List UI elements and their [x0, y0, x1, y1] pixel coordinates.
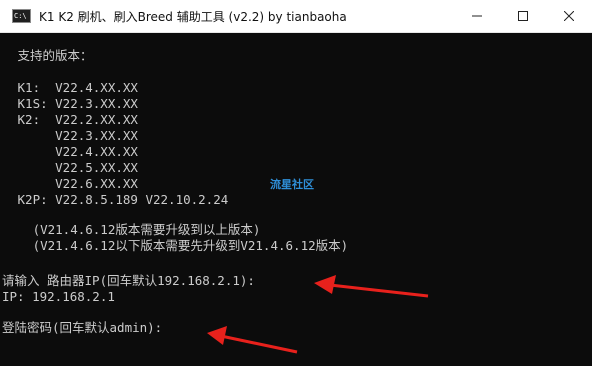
maximize-icon	[518, 11, 528, 21]
watermark-text: 流星社区	[270, 178, 314, 191]
console-line: K2: V22.2.XX.XX	[10, 112, 138, 127]
annotation-arrow-icon	[314, 275, 429, 298]
ip-prompt: 请输入 路由器IP(回车默认192.168.2.1):	[2, 273, 255, 288]
console-app-icon: C:\	[12, 9, 31, 23]
console-line: 支持的版本：	[10, 48, 93, 63]
console-line: K1S: V22.3.XX.XX	[10, 96, 138, 111]
console-line: V22.6.XX.XX	[10, 176, 138, 191]
window-controls	[454, 0, 592, 32]
annotation-arrow-icon	[207, 326, 298, 354]
console-line: V22.5.XX.XX	[10, 160, 138, 175]
console-line: V22.3.XX.XX	[10, 128, 138, 143]
console-line: K1: V22.4.XX.XX	[10, 80, 138, 95]
window-title: K1 K2 刷机、刷入Breed 辅助工具 (v2.2) by tianbaoh…	[39, 9, 347, 24]
maximize-button[interactable]	[500, 0, 546, 32]
title-bar[interactable]: C:\ K1 K2 刷机、刷入Breed 辅助工具 (v2.2) by tian…	[0, 0, 592, 33]
console-line: V22.4.XX.XX	[10, 144, 138, 159]
minimize-icon	[472, 15, 482, 17]
close-icon	[564, 11, 574, 21]
ip-value: IP: 192.168.2.1	[2, 289, 115, 304]
console-line: (V21.4.6.12版本需要升级到以上版本)	[10, 222, 261, 237]
password-prompt: 登陆密码(回车默认admin):	[2, 320, 163, 335]
console-output[interactable]: 支持的版本： K1: V22.4.XX.XX K1S: V22.3.XX.XX …	[0, 33, 592, 366]
console-line: (V21.4.6.12以下版本需要先升级到V21.4.6.12版本)	[10, 238, 349, 253]
close-button[interactable]	[546, 0, 592, 32]
console-window: C:\ K1 K2 刷机、刷入Breed 辅助工具 (v2.2) by tian…	[0, 0, 592, 366]
console-line: K2P: V22.8.5.189 V22.10.2.24	[10, 192, 229, 207]
minimize-button[interactable]	[454, 0, 500, 32]
